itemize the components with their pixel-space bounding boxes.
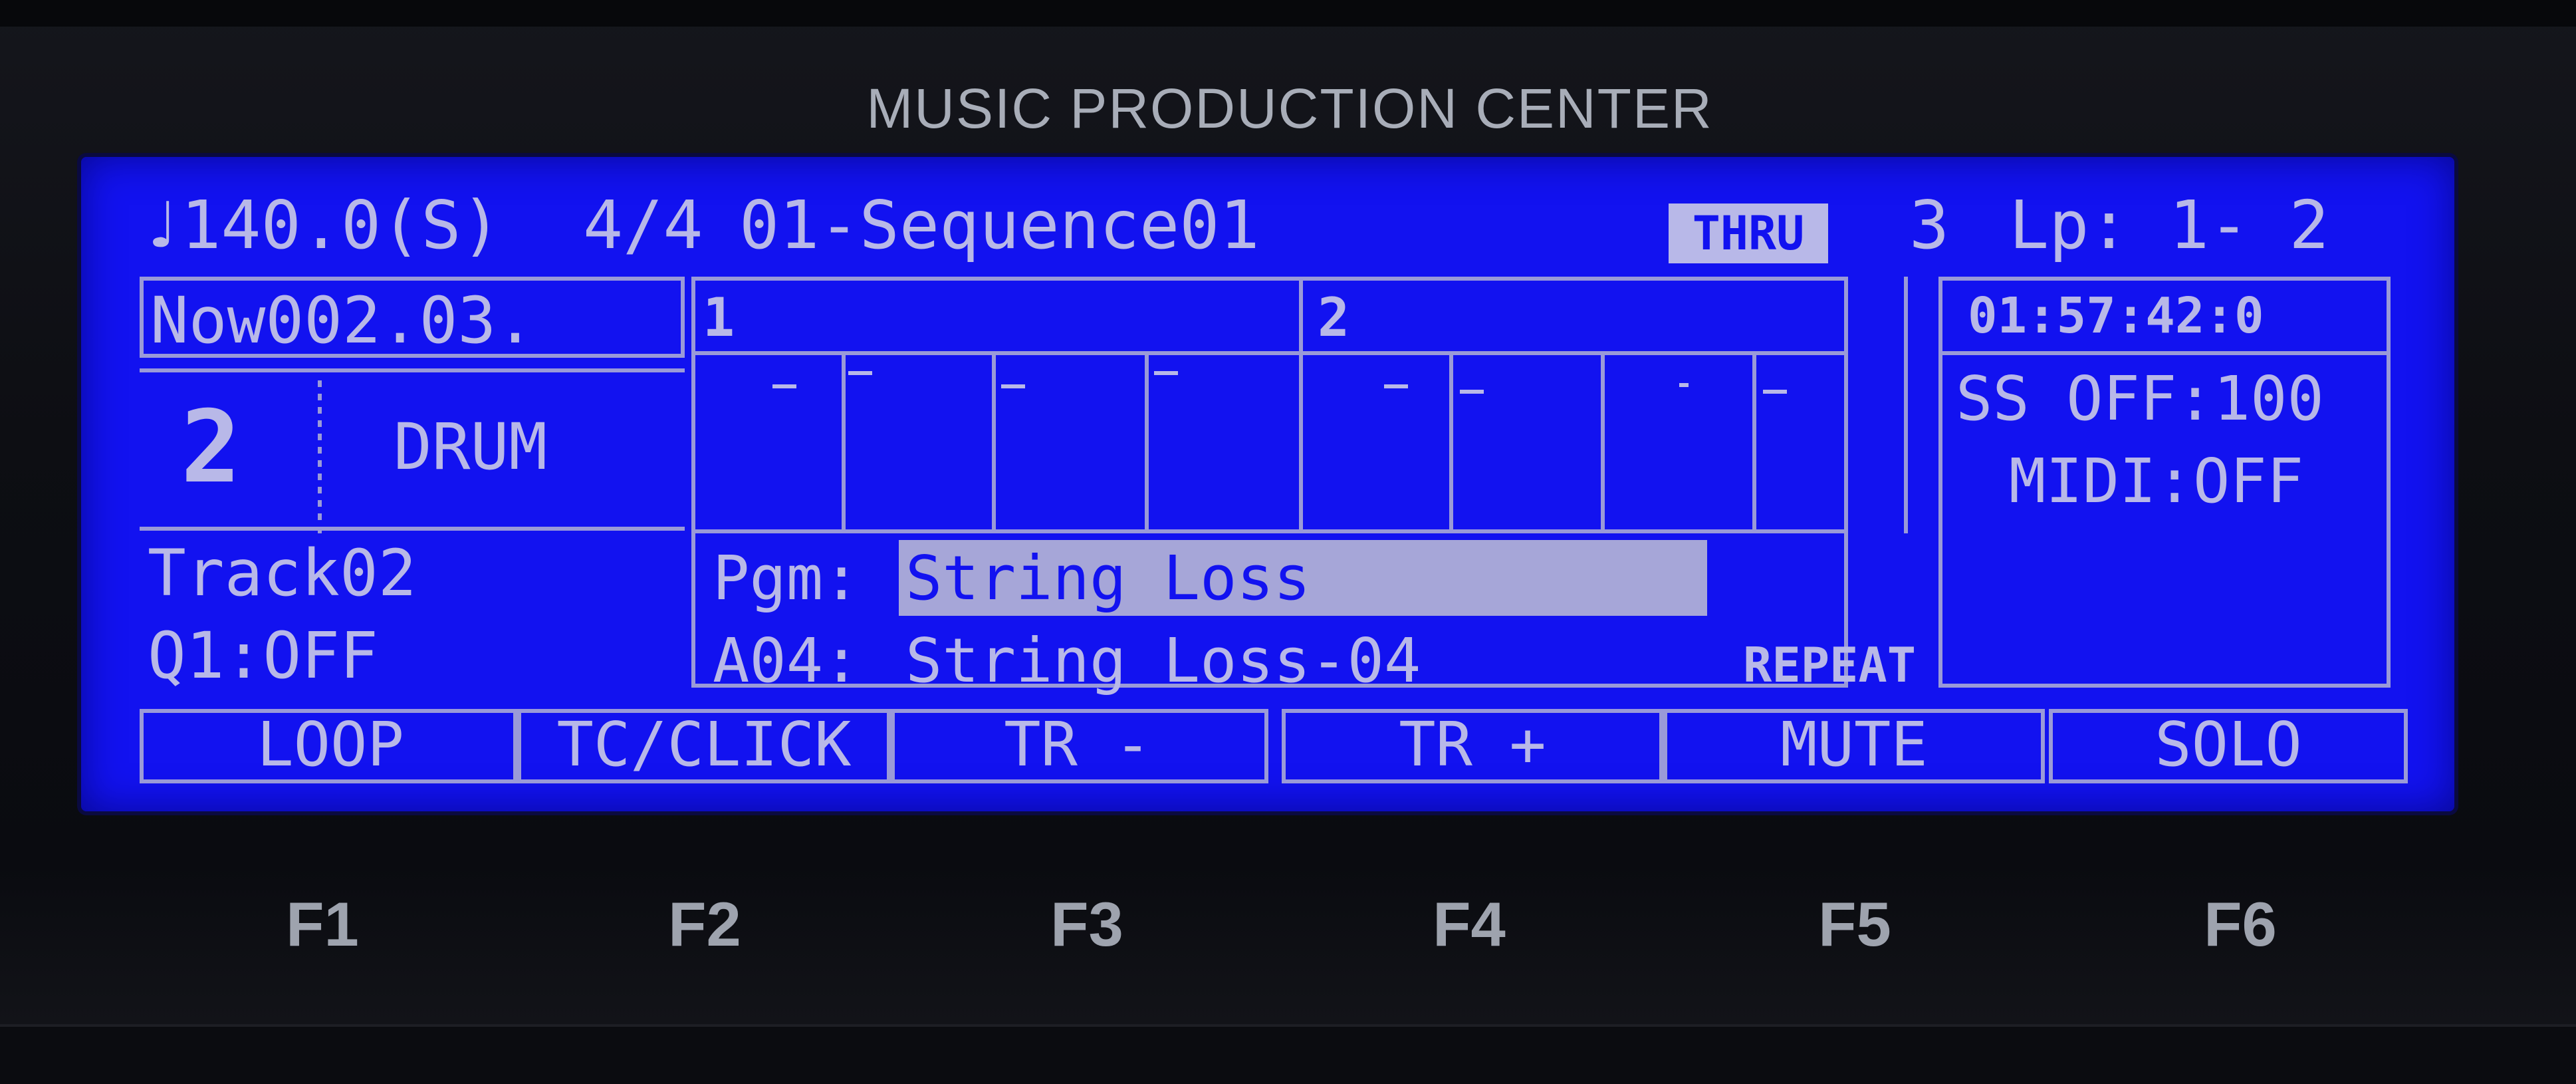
function-key-f1[interactable]: F1: [256, 891, 389, 958]
pgm-label: Pgm:: [713, 543, 860, 614]
left-divider-2: [140, 527, 685, 531]
beat-line-4: [1449, 351, 1453, 533]
thru-badge: THRU: [1669, 203, 1828, 263]
track-name[interactable]: Track02: [148, 536, 417, 610]
now-position: Now002.03.: [150, 283, 534, 358]
track-number: 2: [181, 390, 241, 505]
track-type: DRUM: [394, 410, 548, 484]
count-readout: 3: [1909, 186, 1950, 264]
function-key-f5[interactable]: F5: [1788, 891, 1921, 958]
event-mark: [848, 371, 872, 375]
brand-label: MUSIC PRODUCTION CENTER: [866, 77, 1713, 140]
softkey-mute[interactable]: MUTE: [1663, 709, 2045, 783]
repeat-indicator: REPEAT: [1743, 637, 1917, 693]
pad-label: A04:: [713, 625, 860, 696]
beat-line-3: [1145, 351, 1149, 533]
bezel-top-edge: [0, 0, 2576, 27]
function-key-f2[interactable]: F2: [638, 891, 771, 958]
bar-divider: [1299, 277, 1303, 533]
timecode-divider: [1938, 351, 2391, 355]
softkey-solo[interactable]: SOLO: [2049, 709, 2408, 783]
softkey-track-plus[interactable]: TR +: [1282, 709, 1663, 783]
function-key-f4[interactable]: F4: [1403, 891, 1536, 958]
function-key-f6[interactable]: F6: [2174, 891, 2307, 958]
track-dotted-divider: [318, 380, 322, 533]
event-mark: [1154, 371, 1178, 375]
beat-line-2: [992, 351, 996, 533]
lcd-screen: ♩140.0(S) 4/4 01-Sequence01 THRU 3 Lp: 1…: [81, 157, 2454, 811]
bezel-bottom-edge: [0, 1024, 2576, 1084]
event-mark: [1763, 390, 1787, 394]
timecode: 01:57:42:0: [1968, 287, 2264, 344]
sequence-name[interactable]: 01-Sequence01: [739, 186, 1260, 264]
program-name[interactable]: String Loss: [905, 543, 1310, 614]
bar-label-2: 2: [1318, 287, 1350, 348]
step-sequencer-setting[interactable]: SS OFF:100: [1956, 363, 2324, 434]
beat-line-5: [1601, 351, 1605, 533]
pad-sample-name[interactable]: String Loss-04: [905, 625, 1421, 696]
tempo-readout: ♩140.0(S): [141, 186, 501, 264]
event-mark: [1460, 390, 1484, 394]
bar-label-1: 1: [703, 287, 735, 348]
softkey-tc-click[interactable]: TC/CLICK: [513, 709, 895, 783]
grid-bottom-line: [691, 529, 1848, 533]
softkey-track-minus[interactable]: TR -: [887, 709, 1268, 783]
quantize-setting[interactable]: Q1:OFF: [148, 618, 378, 693]
time-signature: 4/4: [583, 186, 703, 264]
softkey-loop[interactable]: LOOP: [140, 709, 521, 783]
beat-line-1: [842, 351, 846, 533]
event-mark: [772, 384, 796, 388]
midi-setting[interactable]: MIDI:OFF: [2009, 446, 2303, 517]
event-mark: [1679, 383, 1689, 387]
beat-line-6: [1752, 351, 1756, 533]
event-mark: [1384, 384, 1408, 388]
loop-range: Lp: 1- 2: [2009, 186, 2329, 264]
function-key-f3[interactable]: F3: [1020, 891, 1153, 958]
event-mark: [1001, 384, 1025, 388]
left-divider-1: [140, 368, 685, 372]
grid-header-line: [691, 351, 1848, 355]
grid-right-divider: [1904, 277, 1908, 533]
